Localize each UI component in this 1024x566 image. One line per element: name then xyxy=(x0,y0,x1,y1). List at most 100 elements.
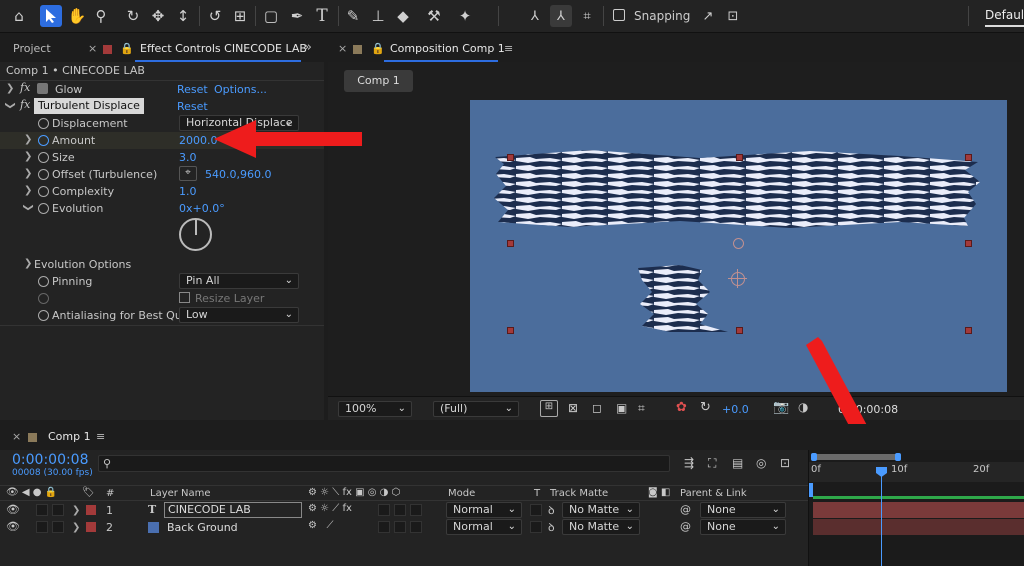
chevron-right-icon[interactable]: ❯ xyxy=(6,83,14,94)
panel-menu-icon[interactable]: » xyxy=(304,40,312,55)
color-management-icon[interactable]: ↻ xyxy=(700,400,711,415)
size-value[interactable]: 3.0 xyxy=(179,151,197,164)
layer-handle[interactable] xyxy=(507,327,514,334)
graph-editor-icon[interactable]: ⊡ xyxy=(780,456,790,470)
track-matte-dropdown[interactable]: No Matte ⌄ xyxy=(562,519,640,535)
roto-icon[interactable]: ⚒ xyxy=(423,5,445,27)
hand-icon[interactable]: ✋ xyxy=(66,5,88,27)
work-area-start[interactable] xyxy=(809,483,813,497)
workspace-default[interactable]: Default xyxy=(985,8,1024,27)
draft-3d-icon[interactable]: ⛶ xyxy=(708,456,716,471)
layer-name[interactable]: CINECODE LAB xyxy=(164,502,302,518)
switch-box[interactable] xyxy=(394,504,406,516)
resolution-dropdown[interactable]: (Full) ⌄ xyxy=(433,401,519,417)
chevron-right-icon[interactable]: ❯ xyxy=(72,522,80,533)
channels-icon[interactable]: ✿ xyxy=(676,400,687,415)
puppet-icon[interactable]: ✦ xyxy=(454,5,476,27)
matte-link-icon[interactable]: ꝺ xyxy=(548,503,555,518)
layer-handle[interactable] xyxy=(736,327,743,334)
layer-handle[interactable] xyxy=(965,240,972,247)
selection-icon[interactable] xyxy=(40,5,62,27)
matte-link-icon[interactable]: ꝺ xyxy=(548,520,555,535)
crosshair-icon[interactable]: ⌖ xyxy=(179,166,197,181)
rectangle-icon[interactable]: ▢ xyxy=(260,5,282,27)
stopwatch-icon[interactable] xyxy=(38,169,49,180)
switches-icons[interactable]: ⚙ ☼ ⟋ fx xyxy=(308,503,352,514)
stopwatch-icon[interactable] xyxy=(38,118,49,129)
preserve-transparency-box[interactable] xyxy=(530,504,542,516)
zoom-icon[interactable]: ⚲ xyxy=(90,5,112,27)
switch-box[interactable] xyxy=(410,504,422,516)
dolly-icon[interactable]: ↕ xyxy=(172,5,194,27)
axis-view-icon[interactable]: ⌗ xyxy=(576,5,598,27)
tab-project[interactable]: Project xyxy=(13,42,51,55)
timeline-graph[interactable]: 0f 10f 20f xyxy=(808,450,1024,566)
chevron-down-icon[interactable]: ❯ xyxy=(5,101,16,109)
pen-icon[interactable]: ✒ xyxy=(286,5,308,27)
pan-behind-icon[interactable]: ⊞ xyxy=(229,5,251,27)
switch-box[interactable] xyxy=(410,521,422,533)
fast-preview-icon[interactable]: ⊞ xyxy=(540,400,558,417)
work-area-bar[interactable] xyxy=(811,454,899,460)
axis-local-icon[interactable]: ⅄ xyxy=(524,5,546,27)
fx-icon[interactable]: fx xyxy=(20,81,30,94)
complexity-value[interactable]: 1.0 xyxy=(179,185,197,198)
lock-icon[interactable]: 🔒 xyxy=(371,42,385,55)
zoom-dropdown[interactable]: 100% ⌄ xyxy=(338,401,412,417)
panel-menu-icon[interactable]: ≡ xyxy=(96,430,105,443)
lock-box[interactable] xyxy=(52,504,64,516)
reset-button[interactable]: Reset xyxy=(177,83,208,96)
layer-handle[interactable] xyxy=(507,240,514,247)
preserve-transparency-box[interactable] xyxy=(530,521,542,533)
anchor-point-icon[interactable] xyxy=(733,238,744,249)
panel-menu-icon[interactable]: ≡ xyxy=(504,42,513,55)
shy-layers-icon[interactable]: ▤ xyxy=(732,456,743,470)
offset-crosshair-icon[interactable] xyxy=(728,269,747,288)
eraser-icon[interactable]: ◆ xyxy=(392,5,414,27)
evolution-dial[interactable] xyxy=(179,218,212,251)
reset-button[interactable]: Reset xyxy=(177,100,208,113)
parent-dropdown[interactable]: None ⌄ xyxy=(700,502,786,518)
close-icon[interactable]: × xyxy=(88,42,97,55)
chevron-right-icon[interactable]: ❯ xyxy=(72,505,80,516)
layer-handle[interactable] xyxy=(507,154,514,161)
mask-visibility-icon[interactable]: ◻ xyxy=(592,401,602,415)
chevron-down-icon[interactable]: ❯ xyxy=(23,203,34,211)
home-icon[interactable]: ⌂ xyxy=(8,5,30,27)
region-of-interest-icon[interactable]: ▣ xyxy=(616,401,627,415)
table-row[interactable]: 👁 ❯ 2 Back Ground ⚙ ⟋ Normal ⌄ ꝺ No Matte… xyxy=(0,519,808,536)
close-icon[interactable]: × xyxy=(12,430,21,443)
orbit-icon[interactable]: ↻ xyxy=(122,5,144,27)
comp-flowchart-icon[interactable]: ⇶ xyxy=(684,456,694,470)
switch-box[interactable] xyxy=(378,504,390,516)
stopwatch-icon[interactable] xyxy=(38,276,49,287)
label-color[interactable] xyxy=(86,505,96,515)
stopwatch-icon[interactable] xyxy=(38,310,49,321)
pick-whip-icon[interactable]: @ xyxy=(680,520,691,533)
mode-dropdown[interactable]: Normal ⌄ xyxy=(446,519,522,535)
snap-feature-icon[interactable]: ⊡ xyxy=(722,5,744,27)
stopwatch-icon[interactable] xyxy=(38,152,49,163)
solo-box[interactable] xyxy=(36,521,48,533)
layer-handle[interactable] xyxy=(736,154,743,161)
frame-blending-icon[interactable]: ◎ xyxy=(756,456,766,470)
time-ruler[interactable]: 0f 10f 20f xyxy=(809,462,1024,482)
solo-box[interactable] xyxy=(36,504,48,516)
layer-bar[interactable] xyxy=(813,502,1024,518)
snapping-checkbox[interactable] xyxy=(613,9,625,21)
brush-icon[interactable]: ✎ xyxy=(342,5,364,27)
layer-handle[interactable] xyxy=(965,327,972,334)
snap-edge-icon[interactable]: ↗ xyxy=(697,5,719,27)
snapshot-icon[interactable]: 📷 xyxy=(773,400,789,415)
current-timecode[interactable]: 0:00:00:08 xyxy=(12,452,89,468)
mode-dropdown[interactable]: Normal ⌄ xyxy=(446,502,522,518)
axis-world-icon[interactable]: ⅄ xyxy=(550,5,572,27)
layer-bar[interactable] xyxy=(813,519,1024,535)
pan-icon[interactable]: ✥ xyxy=(147,5,169,27)
parent-dropdown[interactable]: None ⌄ xyxy=(700,519,786,535)
clone-stamp-icon[interactable]: ⊥ xyxy=(367,5,389,27)
eye-icon[interactable]: 👁 xyxy=(6,503,20,516)
composition-viewer[interactable] xyxy=(470,100,1007,392)
layer-name[interactable]: Back Ground xyxy=(167,521,238,534)
transparency-grid-icon[interactable]: ⊠ xyxy=(568,401,578,415)
